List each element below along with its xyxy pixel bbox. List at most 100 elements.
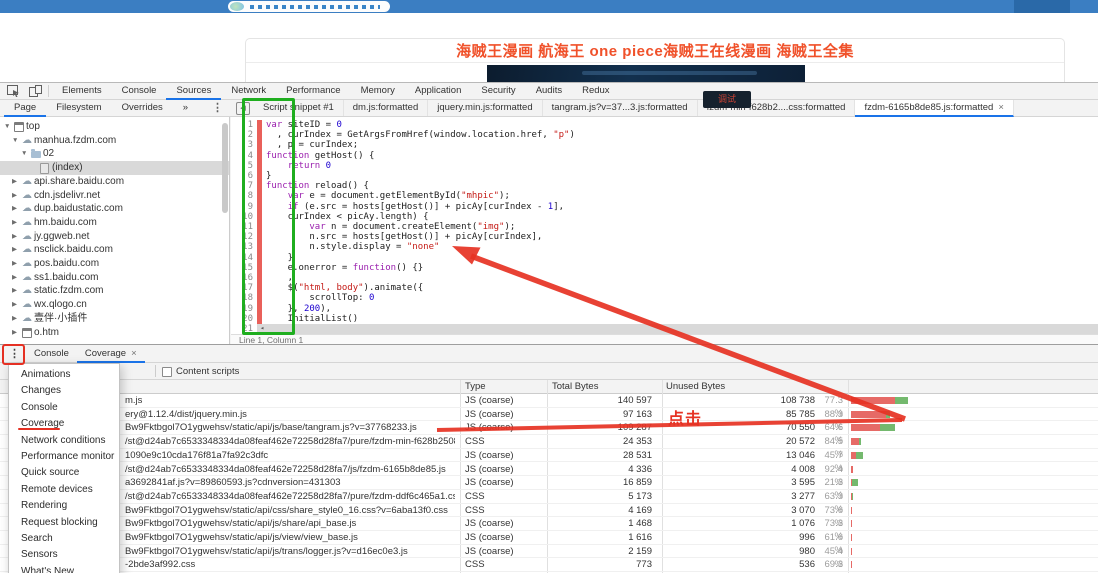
sidebar-tab-[interactable]: » [173,100,198,115]
menu-item-sensors[interactable]: Sensors [9,547,119,563]
tree-item-02[interactable]: ▼02 [0,147,229,161]
tree-item-hm-baidu-com[interactable]: ▶☁hm.baidu.com [0,216,229,230]
tree-item-cdn-jsdelivr-net[interactable]: ▶☁cdn.jsdelivr.net [0,189,229,203]
usage-bar [851,438,861,445]
tree-item-------[interactable]: ▶☁壹伴·小插件 [0,312,229,326]
device-toolbar-icon[interactable] [29,85,42,97]
coverage-row[interactable]: ery@1.12.4/dist/jquery.min.jsJS (coarse)… [0,408,1098,422]
main-tab-performance[interactable]: Performance [276,83,350,98]
coverage-row[interactable]: a3692841af.js?v=89860593.js?cdnversion=4… [0,476,1098,490]
coverage-row[interactable]: /st@d24ab7c6533348334da08feaf462e72258d2… [0,463,1098,477]
tree-item-label: wx.qlogo.cn [34,298,87,312]
inspect-element-icon[interactable] [7,85,20,97]
unused-bar-segment [851,411,886,418]
editor-horizontal-scrollbar[interactable]: ◂ [257,324,1098,334]
toolbar-separator [155,365,156,377]
tree-item-jy-ggweb-net[interactable]: ▶☁jy.ggweb.net [0,230,229,244]
menu-item-network-conditions[interactable]: Network conditions [9,433,119,449]
menu-item-search[interactable]: Search [9,531,119,547]
tree-expand-arrow[interactable]: ▶ [12,243,17,257]
coverage-row[interactable]: Bw9Fktbgol7O1ygwehsv/static/api/js/share… [0,517,1098,531]
menu-item-coverage[interactable]: Coverage [9,416,119,432]
tree-expand-arrow[interactable]: ▶ [12,271,17,285]
coverage-row[interactable]: /st@d24ab7c6533348334da08feaf462e72258d2… [0,435,1098,449]
main-tab-elements[interactable]: Elements [52,83,112,98]
coverage-row[interactable]: m.jsJS (coarse)140 597108 73877.3 % [0,394,1098,408]
drawer-tab-console[interactable]: Console [26,345,77,362]
coverage-row[interactable]: Bw9Fktbgol7O1ygwehsv/static/api/css/shar… [0,504,1098,518]
tree-expand-arrow[interactable]: ▶ [12,257,17,271]
main-tab-memory[interactable]: Memory [351,83,405,98]
main-tab-audits[interactable]: Audits [526,83,572,98]
tree-item-static-fzdm-com[interactable]: ▶☁static.fzdm.com [0,284,229,298]
file-tab[interactable]: tangram.js?v=37...3.js:formatted [543,100,698,116]
tree-expand-arrow[interactable]: ▶ [12,175,17,189]
menu-item-animations[interactable]: Animations [9,367,119,383]
tree-item-o-htm[interactable]: ▶o.htm [0,326,229,340]
tree-expand-arrow[interactable]: ▼ [12,134,18,148]
sidebar-tab-page[interactable]: Page [4,100,46,117]
tree-expand-arrow[interactable]: ▶ [12,298,17,312]
tab-close-icon[interactable]: × [998,102,1004,113]
main-tab-console[interactable]: Console [112,83,167,98]
tree-item-pos-baidu-com[interactable]: ▶☁pos.baidu.com [0,257,229,271]
menu-item-remote-devices[interactable]: Remote devices [9,482,119,498]
coverage-row[interactable]: Bw9Fktbgol7O1ygwehsv/static/api/js/trans… [0,545,1098,559]
tree-item-manhua-fzdm-com[interactable]: ▼☁manhua.fzdm.com [0,134,229,148]
tree-expand-arrow[interactable]: ▼ [21,147,27,161]
devtools-second-row: PageFilesystemOverrides» ⋮ ◀Script snipp… [0,100,1098,117]
header-type[interactable]: Type [465,380,486,393]
main-tab-redux[interactable]: Redux [572,83,619,98]
menu-item-changes[interactable]: Changes [9,383,119,399]
tree-expand-arrow[interactable]: ▶ [12,230,17,244]
header-total[interactable]: Total Bytes [552,380,598,393]
row-unused-bytes: 1 076 [666,517,815,530]
tree-item-nsclick-baidu-com[interactable]: ▶☁nsclick.baidu.com [0,243,229,257]
menu-item-quick-source[interactable]: Quick source [9,465,119,481]
tree-expand-arrow[interactable]: ▼ [4,120,10,134]
coverage-row[interactable]: /st@d24ab7c6533348334da08feaf462e72258d2… [0,490,1098,504]
sidebar-tab-overrides[interactable]: Overrides [112,100,173,115]
menu-item-performance-monitor[interactable]: Performance monitor [9,449,119,465]
file-tab[interactable]: jquery.min.js:formatted [428,100,542,116]
content-scripts-checkbox[interactable] [162,367,172,377]
file-tab[interactable]: dm.js:formatted [344,100,428,116]
main-tab-sources[interactable]: Sources [166,83,221,100]
file-tab[interactable]: fzdm-6165b8de85.js:formatted× [855,100,1013,117]
cloud-icon: ☁ [22,202,32,216]
code-line: 3 , p = curIndex; [231,140,1098,150]
tree-item-ss1-baidu-com[interactable]: ▶☁ss1.baidu.com [0,271,229,285]
coverage-row[interactable]: Bw9Fktbgol7O1ygwehsv/static/api/js/view/… [0,531,1098,545]
tree-expand-arrow[interactable]: ▶ [12,216,17,230]
sidebar-tab-filesystem[interactable]: Filesystem [46,100,111,115]
tree-expand-arrow[interactable]: ▶ [12,189,17,203]
code-editor[interactable]: 1var siteID = 02 , curIndex = GetArgsFro… [231,117,1098,334]
tree-expand-arrow[interactable]: ▶ [12,284,17,298]
main-tab-application[interactable]: Application [405,83,471,98]
coverage-row[interactable]: 1090e9c10cda176f81a7fa92c3dfcJS (coarse)… [0,449,1098,463]
tree-item-label: jy.ggweb.net [34,230,89,244]
menu-item-console[interactable]: Console [9,400,119,416]
tree-item-api-share-baidu-com[interactable]: ▶☁api.share.baidu.com [0,175,229,189]
tree-item-dup-baidustatic-com[interactable]: ▶☁dup.baidustatic.com [0,202,229,216]
unused-bar-segment [851,424,880,431]
coverage-row[interactable]: Bw9Fktbgol7O1ygwehsv/static/api/js/base/… [0,421,1098,435]
tree-item--index-[interactable]: (index) [0,161,229,175]
menu-item-rendering[interactable]: Rendering [9,498,119,514]
tree-item-top[interactable]: ▼top [0,120,229,134]
tab-close-icon[interactable]: × [131,348,137,359]
menu-item-request-blocking[interactable]: Request blocking [9,515,119,531]
header-unused[interactable]: Unused Bytes [666,380,725,393]
row-total-bytes: 5 173 [552,490,652,503]
tree-scrollbar-thumb[interactable] [222,123,228,213]
menu-item-what-s-new[interactable]: What's New [9,564,119,573]
main-tab-security[interactable]: Security [471,83,525,98]
coverage-row[interactable]: -2bde3af992.cssCSS77353669.3 % [0,558,1098,572]
sidebar-more-icon[interactable]: ⋮ [212,101,223,114]
tree-item-wx-qlogo-cn[interactable]: ▶☁wx.qlogo.cn [0,298,229,312]
drawer-tab-coverage[interactable]: Coverage× [77,346,145,363]
tree-expand-arrow[interactable]: ▶ [12,312,17,326]
tree-expand-arrow[interactable]: ▶ [12,326,17,340]
main-tab-network[interactable]: Network [221,83,276,98]
tree-expand-arrow[interactable]: ▶ [12,202,17,216]
